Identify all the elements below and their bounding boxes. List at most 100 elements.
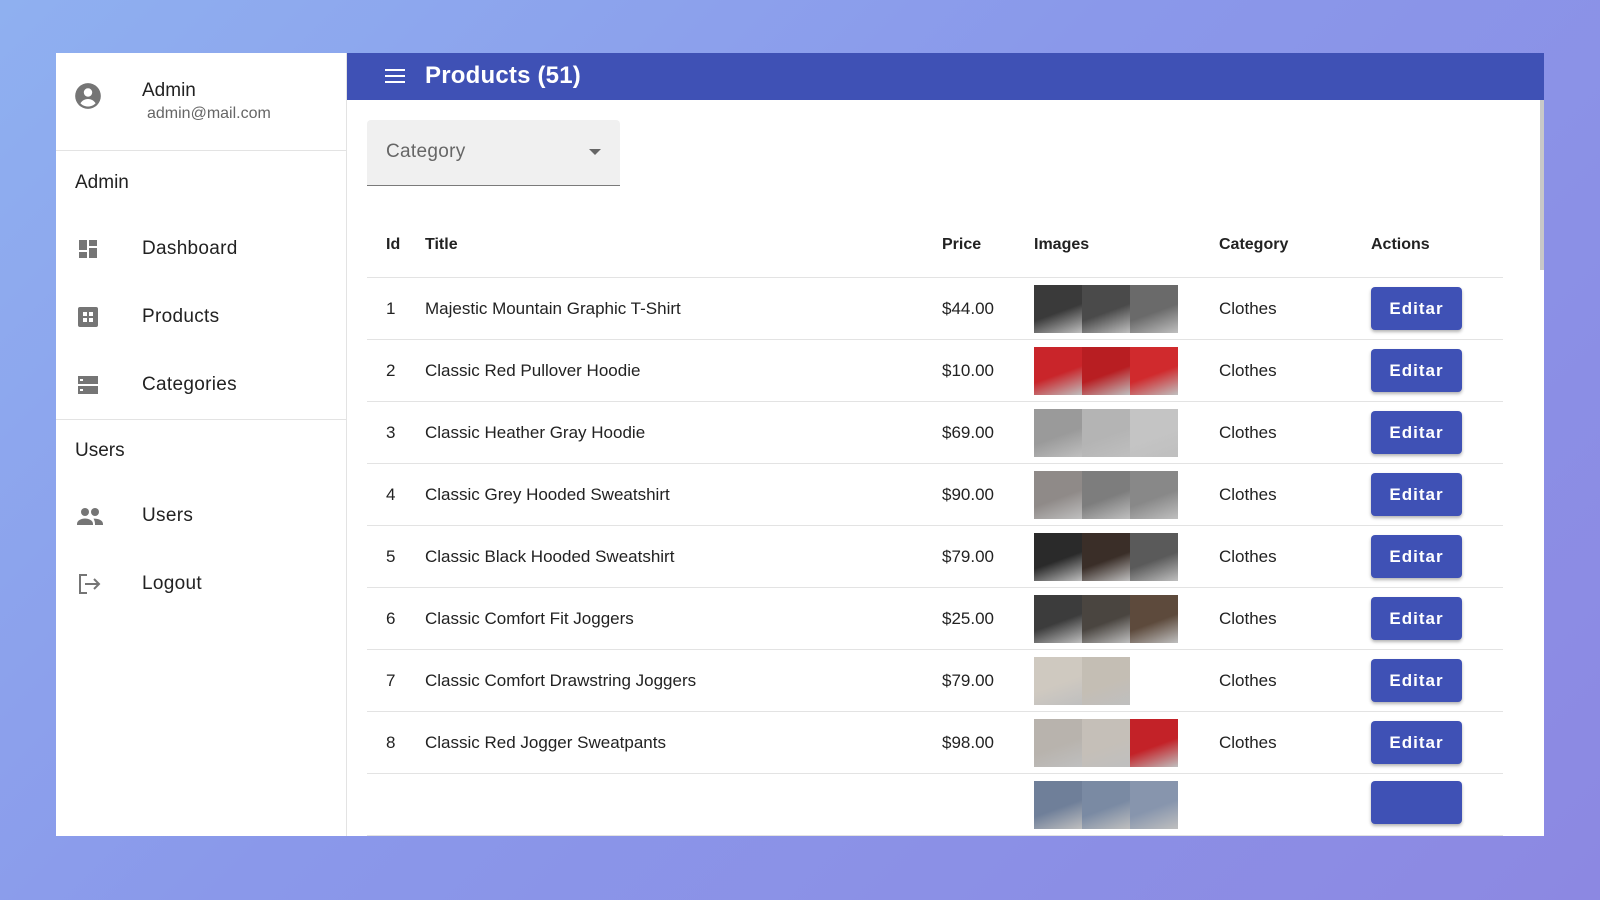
- edit-button[interactable]: Editar: [1371, 721, 1462, 764]
- edit-button[interactable]: Editar: [1371, 473, 1462, 516]
- product-thumbnail[interactable]: [1082, 408, 1130, 457]
- cell-id: 5: [367, 525, 425, 588]
- cell-actions: Editar: [1371, 649, 1503, 712]
- product-thumbnail[interactable]: [1034, 408, 1082, 457]
- grid-icon: [78, 307, 98, 327]
- cell-actions: Editar: [1371, 525, 1503, 588]
- main-area: Products (51) Category Id Title Price Im…: [347, 53, 1544, 836]
- product-thumbnail[interactable]: [1082, 594, 1130, 643]
- product-thumbnail[interactable]: [1034, 718, 1082, 767]
- product-thumbnail[interactable]: [1082, 532, 1130, 581]
- cell-id: 7: [367, 649, 425, 712]
- people-icon: [77, 508, 103, 525]
- cell-images: [1034, 401, 1219, 464]
- cell-category: Clothes: [1219, 587, 1371, 650]
- product-thumbnail[interactable]: [1034, 346, 1082, 395]
- sidebar-item-dashboard[interactable]: Dashboard: [56, 215, 346, 283]
- table-row: 1 Majestic Mountain Graphic T-Shirt $44.…: [367, 277, 1503, 340]
- scrollbar[interactable]: [1540, 99, 1544, 270]
- cell-actions: [1371, 773, 1503, 836]
- table-row: 3 Classic Heather Gray Hoodie $69.00 Clo…: [367, 401, 1503, 464]
- cell-category: Clothes: [1219, 649, 1371, 712]
- cell-images: [1034, 711, 1219, 774]
- header-id[interactable]: Id: [367, 212, 425, 278]
- table-row: [367, 773, 1503, 836]
- product-thumbnail[interactable]: [1082, 780, 1130, 829]
- cell-id: 4: [367, 463, 425, 526]
- product-thumbnail[interactable]: [1130, 284, 1178, 333]
- account-circle-icon: [75, 83, 101, 109]
- sidebar-item-products[interactable]: Products: [56, 283, 346, 351]
- edit-button[interactable]: Editar: [1371, 411, 1462, 454]
- edit-button[interactable]: Editar: [1371, 349, 1462, 392]
- header-title[interactable]: Title: [425, 212, 942, 278]
- header-images[interactable]: Images: [1034, 212, 1219, 278]
- cell-category: [1219, 773, 1371, 836]
- cell-price: $25.00: [942, 587, 1034, 650]
- table-row: 5 Classic Black Hooded Sweatshirt $79.00…: [367, 525, 1503, 588]
- product-thumbnail[interactable]: [1034, 284, 1082, 333]
- cell-price: $44.00: [942, 277, 1034, 340]
- cell-title: Classic Comfort Fit Joggers: [425, 587, 942, 650]
- sidebar: Admin admin@mail.com Admin Dashboard Pro…: [56, 53, 347, 836]
- sidebar-item-logout[interactable]: Logout: [56, 550, 346, 618]
- cell-price: $79.00: [942, 525, 1034, 588]
- sidebar-item-label: Dashboard: [142, 238, 238, 259]
- product-thumbnail[interactable]: [1130, 346, 1178, 395]
- product-thumbnail[interactable]: [1082, 718, 1130, 767]
- product-thumbnail[interactable]: [1082, 470, 1130, 519]
- cell-actions: Editar: [1371, 339, 1503, 402]
- cell-price: [942, 773, 1034, 836]
- sidebar-item-label: Logout: [142, 573, 202, 594]
- page-title: Products (51): [425, 62, 581, 90]
- admin-subheader: Admin: [75, 172, 129, 193]
- edit-button[interactable]: Editar: [1371, 597, 1462, 640]
- cell-title: Classic Red Pullover Hoodie: [425, 339, 942, 402]
- product-thumbnail[interactable]: [1034, 594, 1082, 643]
- product-thumbnail[interactable]: [1082, 284, 1130, 333]
- user-profile: Admin admin@mail.com: [56, 53, 346, 151]
- header-category[interactable]: Category: [1219, 212, 1371, 278]
- sidebar-item-label: Categories: [142, 374, 237, 395]
- cell-id: [367, 773, 425, 836]
- product-thumbnail[interactable]: [1034, 780, 1082, 829]
- table-row: 2 Classic Red Pullover Hoodie $10.00 Clo…: [367, 339, 1503, 402]
- cell-price: $69.00: [942, 401, 1034, 464]
- edit-button[interactable]: Editar: [1371, 535, 1462, 578]
- users-subheader: Users: [75, 440, 125, 461]
- product-thumbnail[interactable]: [1082, 656, 1130, 705]
- product-thumbnail[interactable]: [1130, 408, 1178, 457]
- product-thumbnail[interactable]: [1130, 718, 1178, 767]
- category-select[interactable]: Category: [367, 119, 620, 186]
- product-thumbnail[interactable]: [1034, 656, 1082, 705]
- cell-title: Classic Heather Gray Hoodie: [425, 401, 942, 464]
- header-actions[interactable]: Actions: [1371, 212, 1503, 278]
- product-thumbnail[interactable]: [1034, 470, 1082, 519]
- cell-images: [1034, 525, 1219, 588]
- cell-price: $98.00: [942, 711, 1034, 774]
- content: Category Id Title Price Images Category …: [347, 99, 1544, 836]
- table-header-row: Id Title Price Images Category Actions: [367, 212, 1503, 278]
- admin-section: Admin Dashboard Products Categories: [56, 151, 346, 420]
- product-thumbnail[interactable]: [1034, 532, 1082, 581]
- product-thumbnail[interactable]: [1130, 780, 1178, 829]
- menu-icon[interactable]: [383, 64, 407, 88]
- product-thumbnail[interactable]: [1082, 346, 1130, 395]
- product-thumbnail[interactable]: [1130, 470, 1178, 519]
- product-thumbnail[interactable]: [1130, 594, 1178, 643]
- edit-button[interactable]: [1371, 780, 1462, 824]
- cell-category: Clothes: [1219, 525, 1371, 588]
- storage-icon: [78, 376, 98, 394]
- cell-actions: Editar: [1371, 711, 1503, 774]
- cell-price: $79.00: [942, 649, 1034, 712]
- edit-button[interactable]: Editar: [1371, 287, 1462, 330]
- cell-actions: Editar: [1371, 277, 1503, 340]
- header-price[interactable]: Price: [942, 212, 1034, 278]
- table-row: 7 Classic Comfort Drawstring Joggers $79…: [367, 649, 1503, 712]
- sidebar-item-users[interactable]: Users: [56, 482, 346, 550]
- product-thumbnail[interactable]: [1130, 532, 1178, 581]
- sidebar-item-categories[interactable]: Categories: [56, 351, 346, 419]
- edit-button[interactable]: Editar: [1371, 659, 1462, 702]
- cell-id: 8: [367, 711, 425, 774]
- cell-category: Clothes: [1219, 277, 1371, 340]
